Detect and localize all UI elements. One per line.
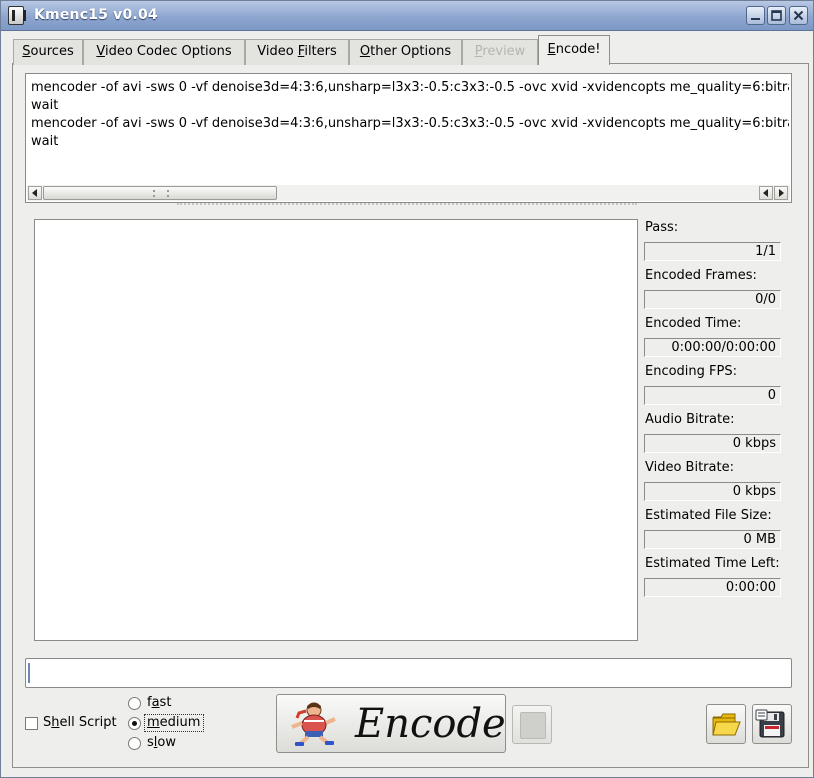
tab-preview: Preview — [462, 39, 538, 65]
main-window: Kmenc15 v0.04 Sources Video Codec Option… — [0, 0, 814, 778]
command-line: wait — [31, 98, 59, 113]
arrow-left-icon — [32, 189, 37, 197]
shell-script-checkbox[interactable] — [25, 717, 38, 730]
title-bar[interactable]: Kmenc15 v0.04 — [1, 1, 813, 31]
app-icon[interactable] — [8, 6, 26, 25]
splitter-handle[interactable] — [177, 203, 637, 206]
estimated-time-left-label: Estimated Time Left: — [645, 556, 780, 571]
tab-encode[interactable]: Encode! — [538, 35, 610, 65]
audio-bitrate-label: Audio Bitrate: — [645, 412, 735, 427]
maximize-button[interactable] — [767, 6, 786, 25]
speed-slow-label[interactable]: slow — [147, 735, 176, 750]
save-floppy-icon — [755, 709, 785, 738]
estimated-time-left-value: 0:00:00 — [644, 578, 781, 597]
encoded-time-value: 0:00:00/0:00:00 — [644, 338, 781, 357]
speed-slow-radio[interactable] — [128, 737, 141, 750]
arrow-left-icon — [763, 189, 768, 197]
minimize-button[interactable] — [746, 6, 765, 25]
video-bitrate-value: 0 kbps — [644, 482, 781, 501]
shell-script-label[interactable]: Shell Script — [43, 715, 117, 730]
maximize-icon — [771, 10, 782, 21]
tab-other-options[interactable]: Other Options — [349, 39, 462, 65]
tab-video-codec-options[interactable]: Video Codec Options — [83, 39, 245, 65]
horizontal-scrollbar[interactable] — [27, 185, 790, 201]
speed-fast-radio[interactable] — [128, 697, 141, 710]
encoding-progress-bar — [25, 658, 792, 688]
command-script-textarea[interactable]: mencoder -of avi -sws 0 -vf denoise3d=4:… — [25, 73, 792, 203]
open-button[interactable] — [706, 704, 746, 744]
tab-video-filters[interactable]: Video Filters — [245, 39, 349, 65]
encoding-fps-value: 0 — [644, 386, 781, 405]
command-line: mencoder -of avi -sws 0 -vf denoise3d=4:… — [31, 80, 789, 95]
save-button[interactable] — [752, 704, 792, 744]
encoding-fps-label: Encoding FPS: — [645, 364, 737, 379]
pass-label: Pass: — [645, 220, 679, 235]
minimize-icon — [751, 18, 760, 20]
estimated-file-size-value: 0 MB — [644, 530, 781, 549]
open-folder-icon — [712, 713, 741, 736]
window-title: Kmenc15 v0.04 — [34, 7, 158, 23]
stop-button — [512, 705, 552, 744]
tab-sources[interactable]: Sources — [13, 39, 83, 65]
audio-bitrate-value: 0 kbps — [644, 434, 781, 453]
running-mascot-icon — [291, 702, 336, 746]
arrow-right-icon — [779, 189, 784, 197]
close-button[interactable] — [789, 6, 808, 25]
encoded-frames-value: 0/0 — [644, 290, 781, 309]
command-line: wait — [31, 134, 59, 149]
scrollbar-thumb[interactable] — [43, 186, 277, 200]
encoded-time-label: Encoded Time: — [645, 316, 742, 331]
video-bitrate-label: Video Bitrate: — [645, 460, 734, 475]
scroll-right-button[interactable] — [774, 186, 788, 200]
command-line: mencoder -of avi -sws 0 -vf denoise3d=4:… — [31, 116, 789, 131]
pass-value: 1/1 — [644, 242, 781, 261]
scroll-left-button-secondary[interactable] — [759, 186, 773, 200]
estimated-file-size-label: Estimated File Size: — [645, 508, 772, 523]
close-icon — [793, 10, 804, 21]
encoder-output-log[interactable] — [34, 219, 638, 641]
scroll-left-button[interactable] — [28, 186, 42, 200]
speed-medium-radio[interactable] — [128, 717, 141, 730]
encode-button-label: Encode — [355, 701, 506, 747]
encode-button[interactable]: Encode — [276, 694, 506, 753]
encoded-frames-label: Encoded Frames: — [645, 268, 757, 283]
grip-icon — [153, 190, 169, 197]
speed-fast-label[interactable]: fast — [147, 695, 171, 710]
speed-medium-label[interactable]: medium — [147, 715, 200, 730]
